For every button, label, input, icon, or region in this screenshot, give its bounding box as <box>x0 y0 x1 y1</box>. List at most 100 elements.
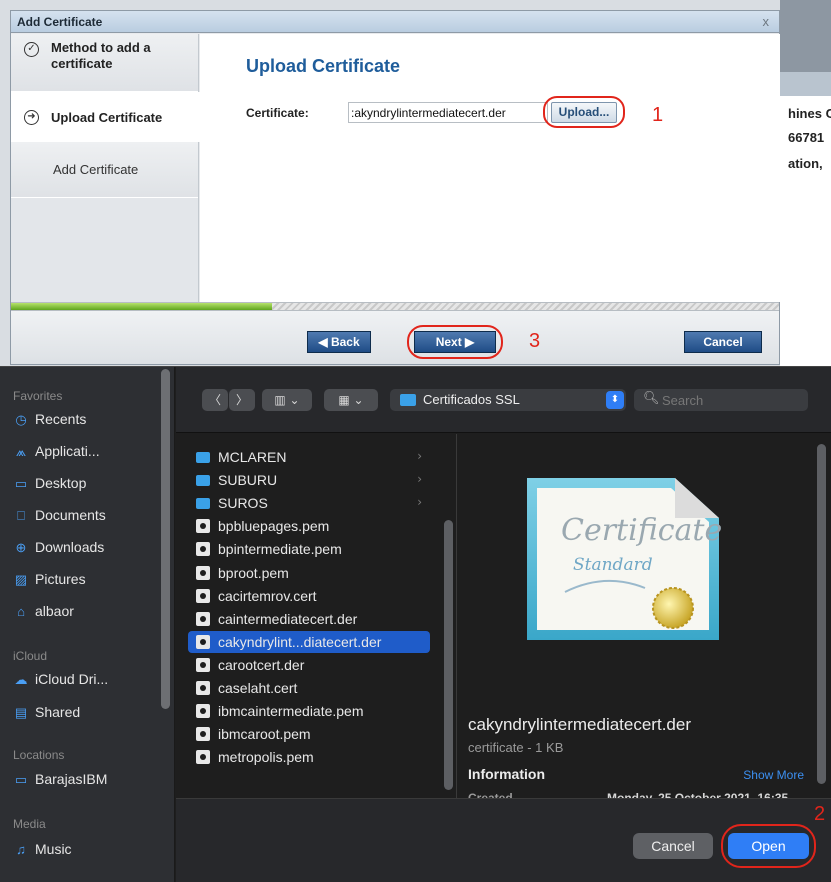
document-icon <box>196 681 210 695</box>
preview-info-heading: Information <box>468 766 545 782</box>
certificate-document-icon: Certificate Standard <box>527 478 721 640</box>
search-input[interactable]: 🔍︎ Search <box>634 389 808 411</box>
sidebar-item-label: Recents <box>35 411 87 427</box>
sidebar-item-music[interactable]: ♫ Music <box>13 841 72 857</box>
forward-nav-button[interactable]: 〉 <box>229 389 255 411</box>
cancel-button[interactable]: Cancel <box>633 833 713 859</box>
annotation-number: 3 <box>529 330 541 352</box>
sidebar-item-home[interactable]: ⌂ albaor <box>13 603 74 619</box>
file-row[interactable]: carootcert.der <box>188 654 430 676</box>
file-name: cacirtemrov.cert <box>218 587 317 604</box>
dialog-titlebar: Add Certificate x <box>11 11 779 33</box>
sidebar-section-favorites: Favorites <box>13 389 63 403</box>
applications-icon: ⩕ <box>15 444 27 459</box>
certificate-subtitle-text: Standard <box>573 555 653 575</box>
preview-scrollbar[interactable] <box>817 444 826 784</box>
folder-row[interactable]: MCLAREN › <box>188 446 430 468</box>
download-icon: ⊕ <box>15 540 27 555</box>
arrow-circle-icon: ➜ <box>24 110 39 125</box>
file-name: caselaht.cert <box>218 680 298 696</box>
sidebar-item-documents[interactable]: ⎕ Documents <box>13 507 106 524</box>
step-method[interactable]: ✓ Method to add a certificate <box>11 34 198 92</box>
chevron-right-icon: › <box>417 472 422 487</box>
file-name: cakyndrylint...diatecert.der <box>218 633 382 650</box>
sidebar-item-label: BarajasIBM <box>35 771 108 787</box>
step-add-certificate[interactable]: Add Certificate <box>11 142 198 198</box>
file-list: MCLAREN › SUBURU › SUROS › bpbluepages.pem bpin… <box>176 434 456 798</box>
page-title: Upload Certificate <box>246 56 401 76</box>
document-icon <box>196 588 210 603</box>
document-icon <box>196 565 210 580</box>
document-icon <box>196 727 210 742</box>
pictures-icon: ▨ <box>14 572 28 587</box>
desktop-icon: ▭ <box>14 476 28 491</box>
file-name: caintermediatecert.der <box>218 610 358 627</box>
certificate-title-text: Certificate <box>561 513 721 548</box>
folder-path-popup[interactable]: Certificados SSL ⬍ <box>390 389 626 411</box>
grid-icon: ▦ ⌄ <box>338 393 364 407</box>
annotation-circle-upload <box>543 96 625 128</box>
file-row[interactable]: bpintermediate.pem <box>188 538 430 560</box>
chevron-left-icon: 〈 <box>208 393 221 407</box>
document-icon: ⎕ <box>17 508 25 523</box>
file-row[interactable]: bpbluepages.pem <box>188 515 430 537</box>
updown-chevron-icon: ⬍ <box>606 391 624 409</box>
document-icon <box>196 634 210 649</box>
file-row[interactable]: ibmcaintermediate.pem <box>188 700 430 722</box>
view-mode-button[interactable]: ▥ ⌄ <box>262 389 312 411</box>
annotation-circle-open <box>721 824 816 868</box>
file-row[interactable]: cakyndrylint...diatecert.der <box>188 630 430 653</box>
sidebar-item-label: Music <box>35 841 72 857</box>
document-icon <box>196 657 210 672</box>
group-button[interactable]: ▦ ⌄ <box>324 389 378 411</box>
step-upload-certificate[interactable]: ➜ Upload Certificate <box>11 92 200 142</box>
chevron-right-icon: › <box>417 449 422 463</box>
file-row[interactable]: metropolis.pem <box>188 746 430 768</box>
folder-row[interactable]: SUBURU › <box>188 469 430 491</box>
sidebar-item-recents[interactable]: ◷ Recents <box>13 411 86 428</box>
sidebar-scrollbar[interactable] <box>161 369 170 709</box>
sidebar-item-applications[interactable]: ⩕ Applicati... <box>13 443 100 460</box>
close-icon[interactable]: x <box>763 14 770 29</box>
sidebar-item-desktop[interactable]: ▭ Desktop <box>13 475 87 492</box>
file-name: ibmcaintermediate.pem <box>218 703 364 720</box>
shared-folder-icon: ▤ <box>14 705 28 720</box>
wizard-progress-bar <box>11 302 779 311</box>
step-label: Method to add a certificate <box>51 40 151 71</box>
annotation-number: 1 <box>652 104 664 126</box>
file-row[interactable]: cacirtemrov.cert <box>188 585 430 607</box>
file-list-scrollbar[interactable] <box>444 520 453 790</box>
file-row[interactable]: ibmcaroot.pem <box>188 723 430 745</box>
file-name: ibmcaroot.pem <box>218 726 311 743</box>
file-row[interactable]: caintermediatecert.der <box>188 608 430 630</box>
sidebar-item-icloud-drive[interactable]: ☁ iCloud Dri... <box>13 671 109 688</box>
cancel-button[interactable]: Cancel <box>684 331 762 353</box>
sidebar-item-label: Downloads <box>35 539 105 555</box>
sidebar-item-pictures[interactable]: ▨ Pictures <box>13 571 86 588</box>
sidebar-item-barajasibm[interactable]: ▭ BarajasIBM <box>13 771 108 788</box>
folder-row[interactable]: SUROS › <box>188 492 430 514</box>
sidebar-item-downloads[interactable]: ⊕ Downloads <box>13 539 105 556</box>
file-name: metropolis.pem <box>218 749 314 766</box>
show-more-link[interactable]: Show More <box>743 768 804 782</box>
background-text-line: 66781 <box>788 130 825 145</box>
file-row[interactable]: caselaht.cert <box>188 677 430 699</box>
search-icon: 🔍︎ <box>643 391 660 406</box>
sidebar-item-label: Shared <box>35 704 81 720</box>
folder-icon <box>196 498 210 510</box>
folder-icon <box>400 394 416 406</box>
certificate-label: Certificate: <box>246 106 309 120</box>
music-icon: ♫ <box>16 842 26 857</box>
sidebar-item-label: iCloud Dri... <box>35 671 109 687</box>
folder-icon <box>196 452 210 463</box>
wizard-footer: ◀ Back Next ▶ Cancel 3 <box>11 311 779 364</box>
sidebar-item-label: Applicati... <box>35 443 100 459</box>
file-row[interactable]: bproot.pem <box>188 562 430 584</box>
sidebar-item-label: Documents <box>35 507 106 523</box>
finder-sidebar: Favorites ◷ Recents ⩕ Applicati... ▭ Deskto… <box>0 367 175 882</box>
certificate-path-field[interactable]: :akyndrylintermediatecert.der <box>348 102 548 123</box>
back-nav-button[interactable]: 〈 <box>202 389 228 411</box>
sidebar-item-shared[interactable]: ▤ Shared <box>13 704 80 721</box>
computer-icon: ▭ <box>14 772 28 787</box>
back-button[interactable]: ◀ Back <box>307 331 371 353</box>
